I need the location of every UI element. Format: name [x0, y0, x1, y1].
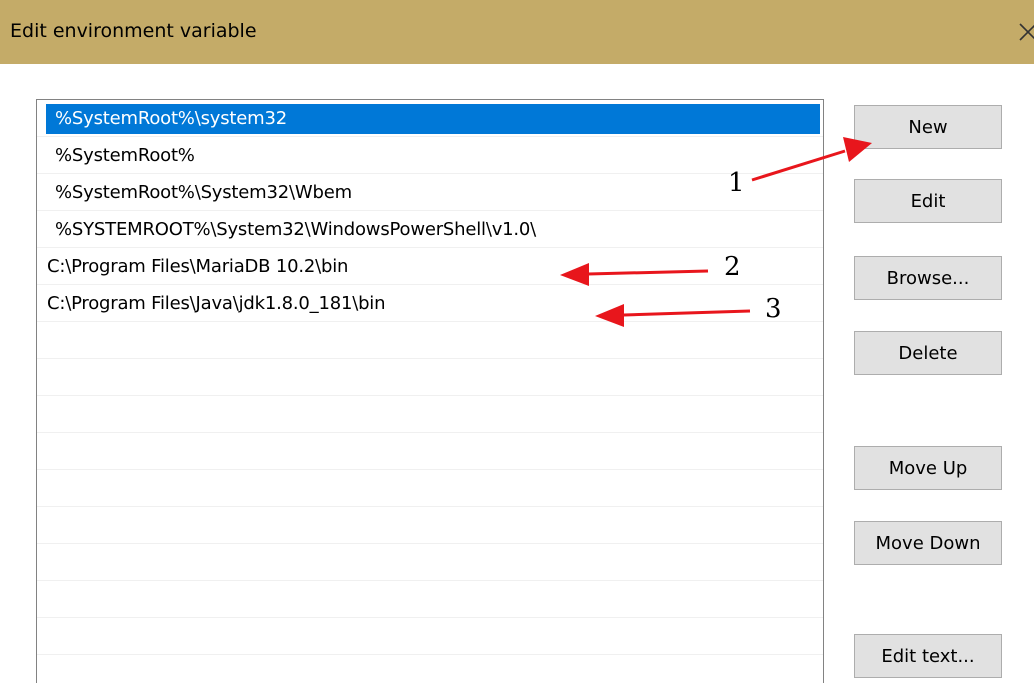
- move-down-button[interactable]: Move Down: [854, 521, 1002, 565]
- annotation-number-2: 2: [724, 252, 741, 282]
- annotation-number-3: 3: [765, 294, 782, 324]
- list-item[interactable]: %SystemRoot%: [37, 137, 823, 174]
- window-title: Edit environment variable: [10, 20, 257, 42]
- edit-button[interactable]: Edit: [854, 179, 1002, 223]
- empty-row[interactable]: [37, 359, 823, 396]
- empty-row[interactable]: [37, 507, 823, 544]
- annotation-number-1: 1: [728, 168, 745, 198]
- path-list[interactable]: %SystemRoot%\system32 %SystemRoot% %Syst…: [36, 99, 824, 683]
- list-item-text: %SYSTEMROOT%\System32\WindowsPowerShell\…: [55, 219, 537, 240]
- list-item[interactable]: %SystemRoot%\system32: [37, 100, 823, 137]
- empty-row[interactable]: [37, 544, 823, 581]
- edit-environment-variable-dialog: Edit environment variable %SystemRoot%\s…: [0, 0, 1034, 683]
- list-item-text: C:\Program Files\MariaDB 10.2\bin: [47, 256, 349, 277]
- empty-row[interactable]: [37, 470, 823, 507]
- empty-row[interactable]: [37, 396, 823, 433]
- list-item[interactable]: C:\Program Files\Java\jdk1.8.0_181\bin: [37, 285, 823, 322]
- empty-row[interactable]: [37, 618, 823, 655]
- list-item-text: C:\Program Files\Java\jdk1.8.0_181\bin: [47, 293, 386, 314]
- empty-row[interactable]: [37, 655, 823, 683]
- list-item[interactable]: %SYSTEMROOT%\System32\WindowsPowerShell\…: [37, 211, 823, 248]
- close-icon[interactable]: [1008, 14, 1034, 50]
- list-item-text: %SystemRoot%\system32: [55, 108, 287, 129]
- title-bar: Edit environment variable: [0, 0, 1034, 64]
- move-up-button[interactable]: Move Up: [854, 446, 1002, 490]
- browse-button[interactable]: Browse...: [854, 256, 1002, 300]
- empty-row[interactable]: [37, 322, 823, 359]
- delete-button[interactable]: Delete: [854, 331, 1002, 375]
- empty-row[interactable]: [37, 581, 823, 618]
- list-item-text: %SystemRoot%\System32\Wbem: [55, 182, 352, 203]
- list-item[interactable]: C:\Program Files\MariaDB 10.2\bin: [37, 248, 823, 285]
- edit-text-button[interactable]: Edit text...: [854, 634, 1002, 678]
- list-item-text: %SystemRoot%: [55, 145, 195, 166]
- empty-row[interactable]: [37, 433, 823, 470]
- new-button[interactable]: New: [854, 105, 1002, 149]
- list-item[interactable]: %SystemRoot%\System32\Wbem: [37, 174, 823, 211]
